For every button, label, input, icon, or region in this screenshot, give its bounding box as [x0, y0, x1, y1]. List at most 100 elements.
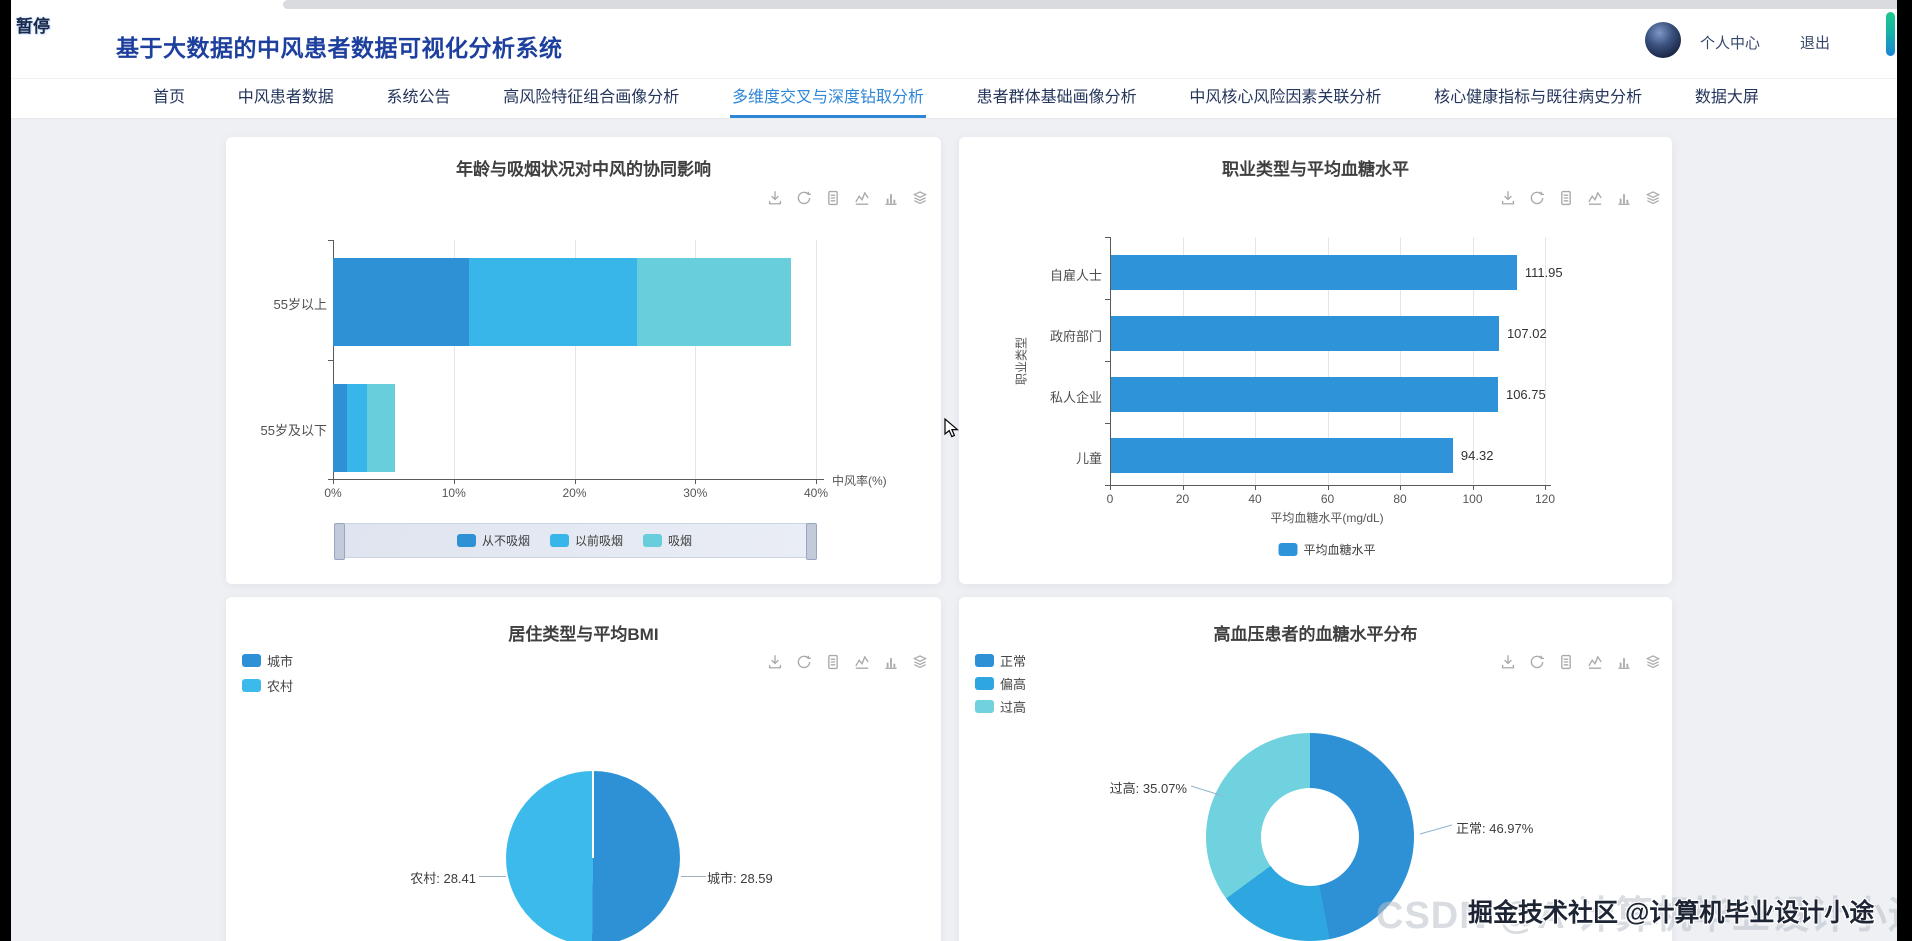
refresh-icon[interactable] [795, 653, 813, 671]
x-axis-tick [1400, 485, 1401, 490]
x-tick-label: 30% [667, 486, 723, 500]
line-chart-icon[interactable] [853, 653, 871, 671]
y-axis-tick [1105, 237, 1110, 238]
legend-label: 正常 [1000, 651, 1026, 670]
stack-icon[interactable] [911, 653, 929, 671]
data-view-icon[interactable] [1557, 653, 1575, 671]
bar[interactable] [1111, 255, 1517, 290]
x-axis-tick [695, 479, 696, 484]
stack-icon[interactable] [911, 189, 929, 207]
legend-marker [457, 534, 476, 547]
stack-icon[interactable] [1644, 189, 1662, 207]
legend-label: 平均血糖水平 [1303, 541, 1375, 558]
y-axis-tick [1105, 361, 1110, 362]
bar[interactable] [1111, 438, 1453, 473]
legend-label: 农村 [267, 676, 293, 695]
stack-icon[interactable] [1644, 653, 1662, 671]
pie-label: 城市: 28.59 [707, 868, 773, 887]
nav-tab[interactable]: 中风患者数据 [236, 79, 336, 118]
category-label: 儿童 [997, 448, 1102, 467]
bar-segment[interactable] [367, 384, 395, 472]
bar-value-label: 111.95 [1525, 265, 1563, 280]
x-axis-line [1110, 485, 1551, 486]
x-axis-tick [454, 479, 455, 484]
x-axis-line [333, 479, 824, 480]
x-axis-tick [1255, 485, 1256, 490]
nav-tab[interactable]: 核心健康指标与既往病史分析 [1432, 79, 1644, 118]
bar-segment[interactable] [469, 258, 637, 346]
nav-tab[interactable]: 高风险特征组合画像分析 [501, 79, 681, 118]
bar-chart-icon[interactable] [1615, 189, 1633, 207]
chart-card-age-smoking: 年龄与吸烟状况对中风的协同影响 0%10%20%30%40%中风率(%)55岁以… [226, 137, 941, 584]
bar-segment[interactable] [333, 384, 347, 472]
download-icon[interactable] [1499, 653, 1517, 671]
x-tick-label: 10% [426, 486, 482, 500]
legend-item[interactable]: 平均血糖水平 [1278, 541, 1375, 558]
nav-tab[interactable]: 多维度交叉与深度钻取分析 [730, 79, 926, 118]
x-axis-tick [1328, 485, 1329, 490]
nav-tab[interactable]: 患者群体基础画像分析 [975, 79, 1139, 118]
bar-chart-icon[interactable] [1615, 653, 1633, 671]
x-axis-tick [1545, 485, 1546, 490]
chart-title: 年龄与吸烟状况对中风的协同影响 [226, 155, 941, 180]
user-center-link[interactable]: 个人中心 [1700, 32, 1760, 53]
chart-toolbox [766, 189, 929, 207]
legend-marker [1278, 543, 1297, 556]
chart-legend: 平均血糖水平 [1278, 541, 1375, 558]
legend-marker [975, 700, 994, 713]
legend-item[interactable]: 正常 [975, 651, 1026, 670]
bar-segment[interactable] [333, 258, 469, 346]
watermark-foreground: 掘金技术社区 @计算机毕业设计小途 [1468, 893, 1874, 929]
legend-item[interactable]: 从不吸烟 [457, 532, 530, 549]
nav-tab[interactable]: 中风核心风险因素关联分析 [1187, 79, 1383, 118]
data-view-icon[interactable] [824, 189, 842, 207]
nav-tab[interactable]: 系统公告 [384, 79, 452, 118]
refresh-icon[interactable] [795, 189, 813, 207]
legend-label: 偏高 [1000, 674, 1026, 693]
x-axis-name: 平均血糖水平(mg/dL) [1270, 509, 1383, 526]
download-icon[interactable] [766, 189, 784, 207]
legend-item[interactable]: 过高 [975, 697, 1026, 716]
x-axis-name: 中风率(%) [832, 472, 887, 489]
legend-item[interactable]: 农村 [242, 676, 293, 695]
chart-title: 居住类型与平均BMI [226, 620, 941, 645]
line-chart-icon[interactable] [1586, 653, 1604, 671]
category-label: 55岁及以下 [232, 420, 327, 439]
scrollbar-thumb[interactable] [1886, 12, 1895, 56]
nav-tab[interactable]: 首页 [151, 79, 187, 118]
legend-label: 从不吸烟 [482, 532, 530, 549]
y-axis-tick [1105, 423, 1110, 424]
x-axis-tick [575, 479, 576, 484]
pie-slice-divider [592, 771, 594, 858]
legend-item[interactable]: 城市 [242, 651, 293, 670]
bar[interactable] [1111, 377, 1498, 412]
download-icon[interactable] [1499, 189, 1517, 207]
line-chart-icon[interactable] [853, 189, 871, 207]
bar[interactable] [1111, 316, 1499, 351]
legend-item[interactable]: 以前吸烟 [550, 532, 623, 549]
category-label: 55岁以上 [232, 294, 327, 313]
bar-segment[interactable] [347, 384, 366, 472]
line-chart-icon[interactable] [1586, 189, 1604, 207]
download-icon[interactable] [766, 653, 784, 671]
bar-chart-icon[interactable] [882, 189, 900, 207]
bar-chart-icon[interactable] [882, 653, 900, 671]
category-label: 政府部门 [997, 326, 1102, 345]
legend-item[interactable]: 偏高 [975, 674, 1026, 693]
data-view-icon[interactable] [824, 653, 842, 671]
refresh-icon[interactable] [1528, 189, 1546, 207]
legend-label: 过高 [1000, 697, 1026, 716]
legend-item[interactable]: 吸烟 [643, 532, 692, 549]
nav-tab[interactable]: 数据大屏 [1693, 79, 1761, 118]
logout-link[interactable]: 退出 [1800, 32, 1830, 53]
x-tick-label: 80 [1375, 492, 1425, 506]
avatar[interactable] [1645, 22, 1681, 58]
left-black-edge [0, 0, 11, 941]
bar-segment[interactable] [637, 258, 790, 346]
legend-label: 城市 [267, 651, 293, 670]
data-view-icon[interactable] [1557, 189, 1575, 207]
legend-marker [975, 677, 994, 690]
refresh-icon[interactable] [1528, 653, 1546, 671]
pause-overlay-label: 暂停 [16, 12, 50, 37]
y-axis-tick [1105, 299, 1110, 300]
